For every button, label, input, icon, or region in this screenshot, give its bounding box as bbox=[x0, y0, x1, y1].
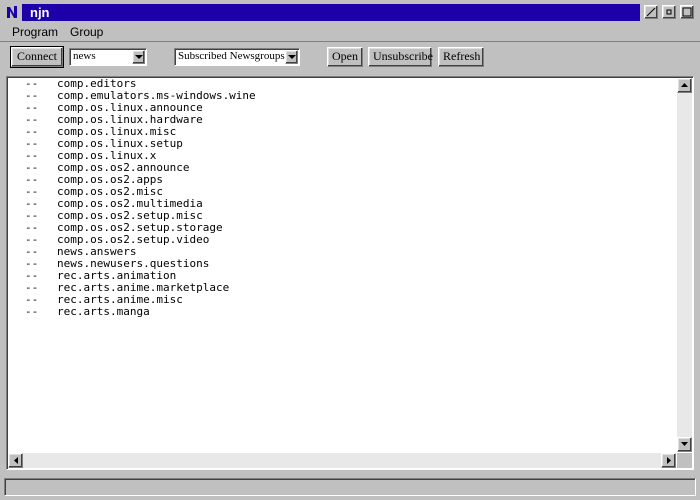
chevron-down-icon bbox=[135, 55, 143, 59]
unsubscribe-label: Unsubscribe bbox=[373, 49, 433, 63]
minimize-button[interactable] bbox=[644, 5, 658, 19]
title-bar-fill: njn bbox=[22, 4, 640, 21]
connect-button[interactable]: Connect bbox=[10, 46, 64, 68]
menu-bar: Program Group bbox=[0, 24, 700, 41]
restore-button[interactable] bbox=[662, 5, 676, 19]
newsgroup-list[interactable]: -- comp.editors -- comp.emulators.ms-window… bbox=[6, 76, 694, 470]
subscription-marker: -- bbox=[25, 305, 39, 318]
unsubscribe-button[interactable]: Unsubscribe bbox=[368, 47, 433, 67]
view-combo[interactable]: Subscribed Newsgroups bbox=[174, 48, 300, 66]
scroll-down-button[interactable] bbox=[677, 437, 692, 452]
open-label: Open bbox=[332, 49, 358, 63]
menu-group[interactable]: Group bbox=[70, 25, 103, 39]
scroll-right-button[interactable] bbox=[661, 453, 676, 468]
minimize-icon bbox=[646, 7, 656, 17]
horizontal-scrollbar[interactable] bbox=[8, 453, 676, 468]
arrow-right-icon bbox=[667, 457, 671, 464]
vertical-scrollbar[interactable] bbox=[677, 78, 692, 452]
view-combo-value: Subscribed Newsgroups bbox=[178, 50, 285, 62]
arrow-up-icon bbox=[681, 83, 688, 87]
restore-icon bbox=[666, 9, 672, 15]
scrollbar-corner bbox=[677, 453, 692, 468]
list-item[interactable]: -- rec.arts.manga bbox=[9, 306, 675, 318]
window-title: njn bbox=[30, 5, 50, 20]
toolbar: Connect news Subscribed Newsgroups Open … bbox=[0, 41, 700, 71]
server-combo[interactable]: news bbox=[69, 48, 147, 66]
newsgroup-list-content: -- comp.editors -- comp.emulators.ms-window… bbox=[9, 78, 675, 453]
view-combo-dropdown-button[interactable] bbox=[285, 50, 298, 64]
arrow-down-icon bbox=[681, 442, 688, 446]
title-bar[interactable]: njn bbox=[0, 0, 700, 24]
newsgroup-name: rec.arts.manga bbox=[57, 305, 150, 318]
menu-program[interactable]: Program bbox=[12, 25, 58, 39]
refresh-label: Refresh bbox=[443, 49, 481, 63]
refresh-button[interactable]: Refresh bbox=[438, 47, 484, 67]
scroll-left-button[interactable] bbox=[8, 453, 23, 468]
chevron-down-icon bbox=[288, 55, 296, 59]
maximize-icon bbox=[682, 7, 692, 17]
connect-label: Connect bbox=[17, 49, 57, 63]
server-combo-dropdown-button[interactable] bbox=[132, 50, 145, 64]
maximize-button[interactable] bbox=[680, 5, 694, 19]
open-button[interactable]: Open bbox=[327, 47, 363, 67]
status-bar bbox=[4, 478, 696, 496]
server-combo-value: news bbox=[73, 50, 96, 62]
app-icon[interactable] bbox=[4, 4, 20, 20]
arrow-left-icon bbox=[14, 457, 18, 464]
scroll-up-button[interactable] bbox=[677, 78, 692, 93]
